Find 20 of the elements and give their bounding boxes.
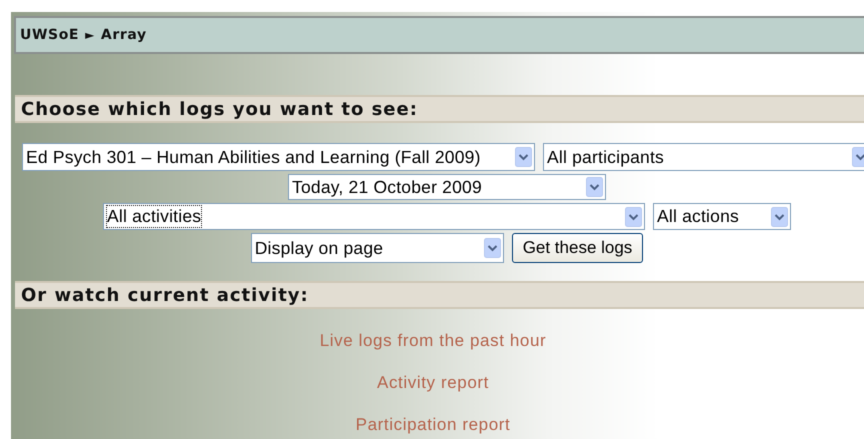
dropdown-arrow-icon: [852, 147, 864, 167]
breadcrumb-link[interactable]: Array: [100, 27, 147, 43]
breadcrumb-separator: ►: [85, 28, 95, 42]
dropdown-field[interactable]: Ed Psych 301 – Human Abilities and Learning (Fall 2009): [22, 143, 535, 171]
section-heading: Or watch current activity:: [15, 281, 864, 309]
selected-option: Ed Psych 301 – Human Abilities and Learning (Fall 2009): [26, 146, 481, 168]
report-link[interactable]: Participation report: [356, 414, 510, 436]
dropdown-field[interactable]: Today, 21 October 2009: [288, 174, 606, 200]
selected-option: All activities: [107, 206, 202, 227]
selected-option: Today, 21 October 2009: [292, 176, 482, 198]
dropdown-field[interactable]: All participants: [543, 143, 864, 171]
selected-option: All participants: [547, 146, 664, 168]
selected-option: All actions: [657, 206, 739, 227]
dropdown-field[interactable]: All activities: [103, 203, 645, 230]
section-heading: Choose which logs you want to see:: [15, 95, 864, 123]
breadcrumb-link[interactable]: UWSoE: [20, 27, 80, 43]
dropdown-field[interactable]: All actions: [653, 203, 791, 230]
dropdown-field[interactable]: Display on page: [250, 233, 504, 263]
get-logs-button[interactable]: Get these logs: [512, 233, 644, 263]
selected-option: Display on page: [254, 238, 384, 258]
